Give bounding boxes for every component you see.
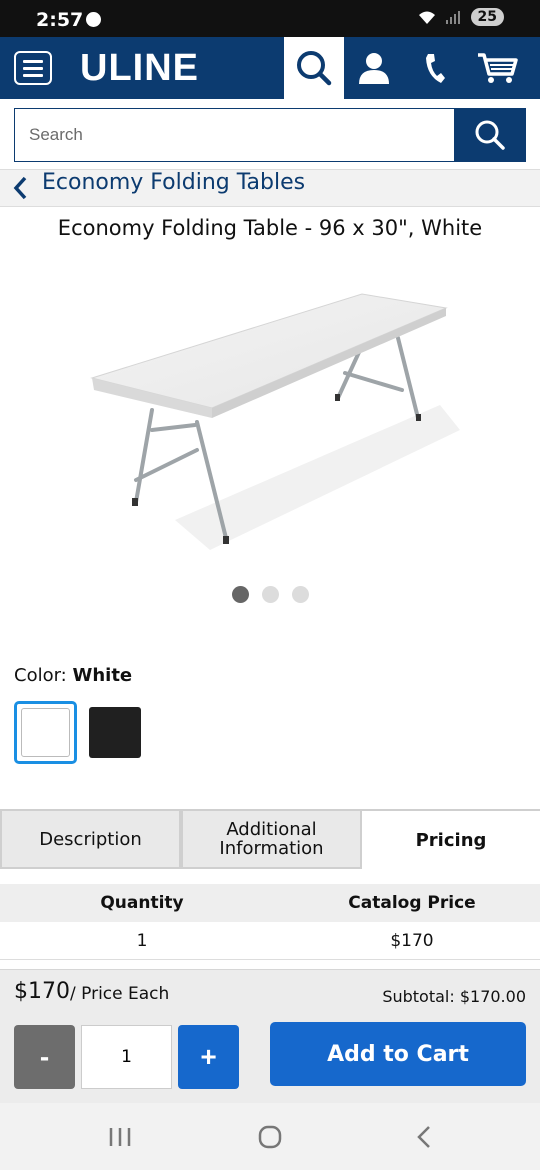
- carousel-dot[interactable]: [231, 586, 249, 603]
- table-cell-price: $170: [390, 930, 434, 951]
- color-label-text: Color:: [14, 665, 67, 686]
- product-image[interactable]: [80, 280, 460, 560]
- recent-apps-icon: [109, 1128, 131, 1146]
- table-row: 1 $170: [0, 922, 540, 960]
- color-selected-value: White: [72, 665, 133, 686]
- breadcrumb-label[interactable]: Economy Folding Tables: [42, 170, 305, 195]
- table-header: Quantity Catalog Price: [0, 884, 540, 922]
- home-button[interactable]: [250, 1121, 290, 1153]
- chevron-left-icon: [13, 176, 27, 200]
- unit-price: $170: [14, 979, 70, 1004]
- breadcrumb[interactable]: Economy Folding Tables: [0, 169, 540, 207]
- search-icon: [297, 51, 332, 86]
- quantity-decrement-button[interactable]: -: [14, 1025, 75, 1089]
- tab-pricing[interactable]: Pricing: [362, 811, 540, 869]
- search-button[interactable]: [454, 109, 525, 161]
- carousel-dot[interactable]: [291, 586, 309, 603]
- price-each-label: / Price Each: [70, 984, 170, 1004]
- tab-description[interactable]: Description: [0, 811, 181, 869]
- tab-additional-information[interactable]: Additional Information: [181, 811, 362, 869]
- subtotal: Subtotal: $170.00: [382, 987, 526, 1006]
- page-title: Economy Folding Table - 96 x 30", White: [57, 216, 483, 240]
- phone-icon: [426, 54, 445, 83]
- signal-icon: [445, 11, 460, 24]
- product-tabs: Description Additional Information Prici…: [0, 809, 540, 869]
- uline-logo[interactable]: ULINE: [80, 47, 199, 90]
- app-header: ULINE: [0, 37, 540, 99]
- cart-button[interactable]: [474, 37, 520, 99]
- wifi-icon: [418, 11, 435, 24]
- user-icon: [359, 53, 389, 84]
- back-icon: [417, 1126, 430, 1148]
- phone-button[interactable]: [418, 37, 452, 99]
- color-label: Color: White: [14, 665, 132, 686]
- color-swatch-black[interactable]: [89, 707, 141, 758]
- status-time: 2:57: [36, 9, 84, 31]
- add-to-cart-panel: $170 / Price Each Subtotal: $170.00 - + …: [0, 969, 540, 1103]
- status-icons: 25: [417, 8, 504, 26]
- search-icon: [475, 120, 505, 150]
- quantity-increment-button[interactable]: +: [178, 1025, 239, 1089]
- cart-icon: [478, 53, 518, 83]
- column-header-catalog-price: Catalog Price: [348, 893, 476, 913]
- search-input[interactable]: [15, 109, 455, 161]
- home-icon: [258, 1125, 282, 1149]
- add-to-cart-button[interactable]: Add to Cart: [270, 1022, 526, 1086]
- column-header-quantity: Quantity: [100, 893, 184, 913]
- recent-apps-button[interactable]: [100, 1121, 140, 1153]
- header-search-button[interactable]: [284, 37, 344, 99]
- menu-button[interactable]: [14, 51, 52, 85]
- color-swatch-white[interactable]: [14, 701, 77, 764]
- notification-icon: [86, 12, 101, 27]
- quantity-input[interactable]: [81, 1025, 172, 1089]
- battery-icon: 25: [470, 8, 504, 26]
- account-button[interactable]: [352, 37, 396, 99]
- back-button[interactable]: [404, 1121, 444, 1153]
- table-cell-quantity: 1: [136, 930, 148, 951]
- carousel-dot[interactable]: [261, 586, 279, 603]
- search-bar: [14, 108, 526, 162]
- pricing-table: Quantity Catalog Price 1 $170: [0, 884, 540, 960]
- image-carousel-dots: [0, 586, 540, 603]
- status-bar: 2:57 25: [0, 0, 540, 37]
- system-nav-bar: [0, 1103, 540, 1170]
